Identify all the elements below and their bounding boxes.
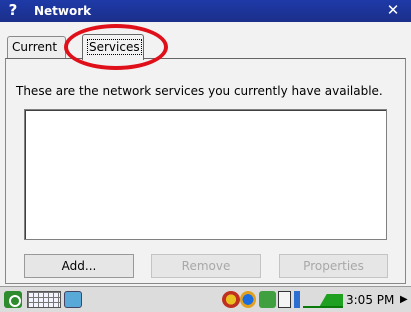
desktop-icon[interactable] — [64, 291, 82, 308]
taskbar: 3:05 PM ▶ — [0, 286, 411, 312]
keyboard-icon[interactable] — [27, 291, 61, 308]
add-button[interactable]: Add... — [24, 254, 134, 278]
highlight-circle — [64, 24, 168, 70]
tray-document-icon[interactable] — [278, 291, 291, 308]
tray-app-icon[interactable] — [259, 291, 276, 308]
services-description: These are the network services you curre… — [16, 84, 383, 98]
title-bar: ? Network ✕ — [0, 0, 411, 22]
properties-button[interactable]: Properties — [279, 254, 388, 278]
window-title: Network — [34, 4, 92, 18]
start-icon[interactable] — [4, 291, 22, 308]
chevron-right-icon[interactable]: ▶ — [400, 293, 408, 307]
dialog-body: Current Services These are the network s… — [0, 22, 411, 286]
services-list[interactable] — [24, 109, 387, 240]
signal-strength-icon[interactable] — [303, 294, 343, 308]
remove-button[interactable]: Remove — [151, 254, 261, 278]
battery-icon[interactable] — [294, 291, 300, 308]
help-icon[interactable]: ? — [6, 1, 20, 19]
close-icon[interactable]: ✕ — [385, 1, 401, 19]
tray-globe-icon[interactable] — [240, 291, 256, 308]
tab-current[interactable]: Current — [7, 36, 66, 58]
tray-status-icon[interactable] — [222, 291, 240, 308]
clock[interactable]: 3:05 PM — [346, 292, 394, 308]
